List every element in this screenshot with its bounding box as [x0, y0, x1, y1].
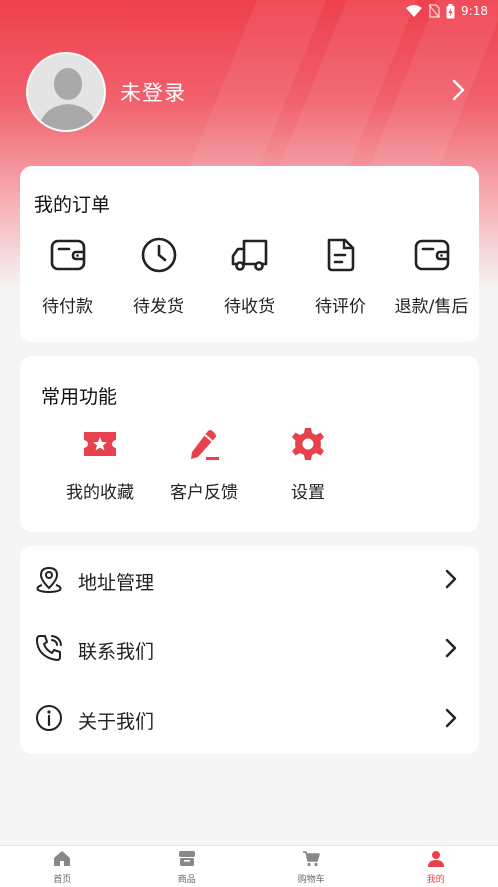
- tab-mine[interactable]: 我的: [374, 846, 498, 887]
- cart-icon: [302, 850, 321, 871]
- no-sim-icon: [428, 4, 440, 18]
- status-time: 9:18: [461, 4, 488, 18]
- avatar[interactable]: [26, 52, 106, 132]
- default-avatar-icon: [28, 54, 104, 130]
- menu-item-label: 联系我们: [78, 640, 155, 663]
- chevron-right-icon[interactable]: [452, 79, 466, 105]
- home-icon: [53, 850, 71, 871]
- common-functions-title: 常用功能: [41, 386, 118, 408]
- function-label: 设置: [291, 483, 325, 503]
- login-status-text[interactable]: 未登录: [120, 77, 186, 107]
- truck-icon: [230, 236, 270, 278]
- tab-label: 购物车: [297, 875, 325, 885]
- tab-label: 商品: [177, 875, 196, 885]
- pen-icon: [186, 426, 222, 466]
- menu-item-address[interactable]: 地址管理: [20, 546, 479, 616]
- tab-cart[interactable]: 购物车: [249, 846, 374, 887]
- function-settings[interactable]: 设置: [256, 426, 360, 503]
- order-refund-aftersale[interactable]: 退款/售后: [388, 236, 476, 317]
- star-ticket-icon: [82, 426, 118, 466]
- bottom-tab-bar: 首页 商品 购物车 我的: [0, 845, 498, 887]
- phone-icon: [34, 633, 64, 667]
- order-pending-payment[interactable]: 待付款: [24, 236, 112, 317]
- tab-label: 我的: [426, 875, 445, 885]
- profile-row[interactable]: 未登录: [26, 52, 472, 132]
- tab-label: 首页: [53, 875, 72, 885]
- chevron-right-icon: [445, 638, 457, 662]
- order-item-label: 待评价: [315, 297, 366, 317]
- function-favorites[interactable]: 我的收藏: [48, 426, 152, 503]
- menu-item-label: 地址管理: [78, 571, 155, 594]
- order-pending-receipt[interactable]: 待收货: [206, 236, 294, 317]
- menu-list-card: 地址管理 联系我们 关于我们: [20, 546, 479, 754]
- clock-icon: [140, 236, 178, 278]
- function-feedback[interactable]: 客户反馈: [152, 426, 256, 503]
- function-label: 客户反馈: [170, 483, 238, 503]
- chevron-right-icon: [445, 708, 457, 732]
- my-orders-card: 我的订单 待付款 待发货 待收货 待评价 退款/售后: [20, 166, 479, 342]
- order-item-label: 待发货: [133, 297, 184, 317]
- menu-item-label: 关于我们: [78, 710, 155, 733]
- products-icon: [178, 850, 196, 871]
- order-item-label: 待付款: [42, 297, 93, 317]
- location-pin-icon: [34, 564, 64, 598]
- order-pending-shipment[interactable]: 待发货: [115, 236, 203, 317]
- document-icon: [322, 236, 360, 278]
- info-icon: [34, 703, 64, 737]
- tab-home[interactable]: 首页: [0, 846, 125, 887]
- battery-icon: [446, 3, 455, 19]
- order-item-label: 退款/售后: [394, 297, 469, 317]
- common-functions-card: 常用功能 我的收藏 客户反馈 设置: [20, 356, 479, 532]
- order-item-label: 待收货: [224, 297, 275, 317]
- order-pending-review[interactable]: 待评价: [297, 236, 385, 317]
- status-bar: 9:18: [0, 0, 498, 22]
- wallet-icon: [413, 236, 451, 278]
- menu-item-about[interactable]: 关于我们: [20, 685, 479, 755]
- chevron-right-icon: [445, 569, 457, 593]
- wifi-icon: [406, 5, 423, 17]
- function-label: 我的收藏: [66, 483, 134, 503]
- my-orders-title: 我的订单: [34, 194, 111, 216]
- menu-item-contact[interactable]: 联系我们: [20, 615, 479, 685]
- user-icon: [427, 850, 445, 871]
- gear-icon: [290, 426, 326, 466]
- wallet-icon: [49, 236, 87, 278]
- tab-products[interactable]: 商品: [125, 846, 250, 887]
